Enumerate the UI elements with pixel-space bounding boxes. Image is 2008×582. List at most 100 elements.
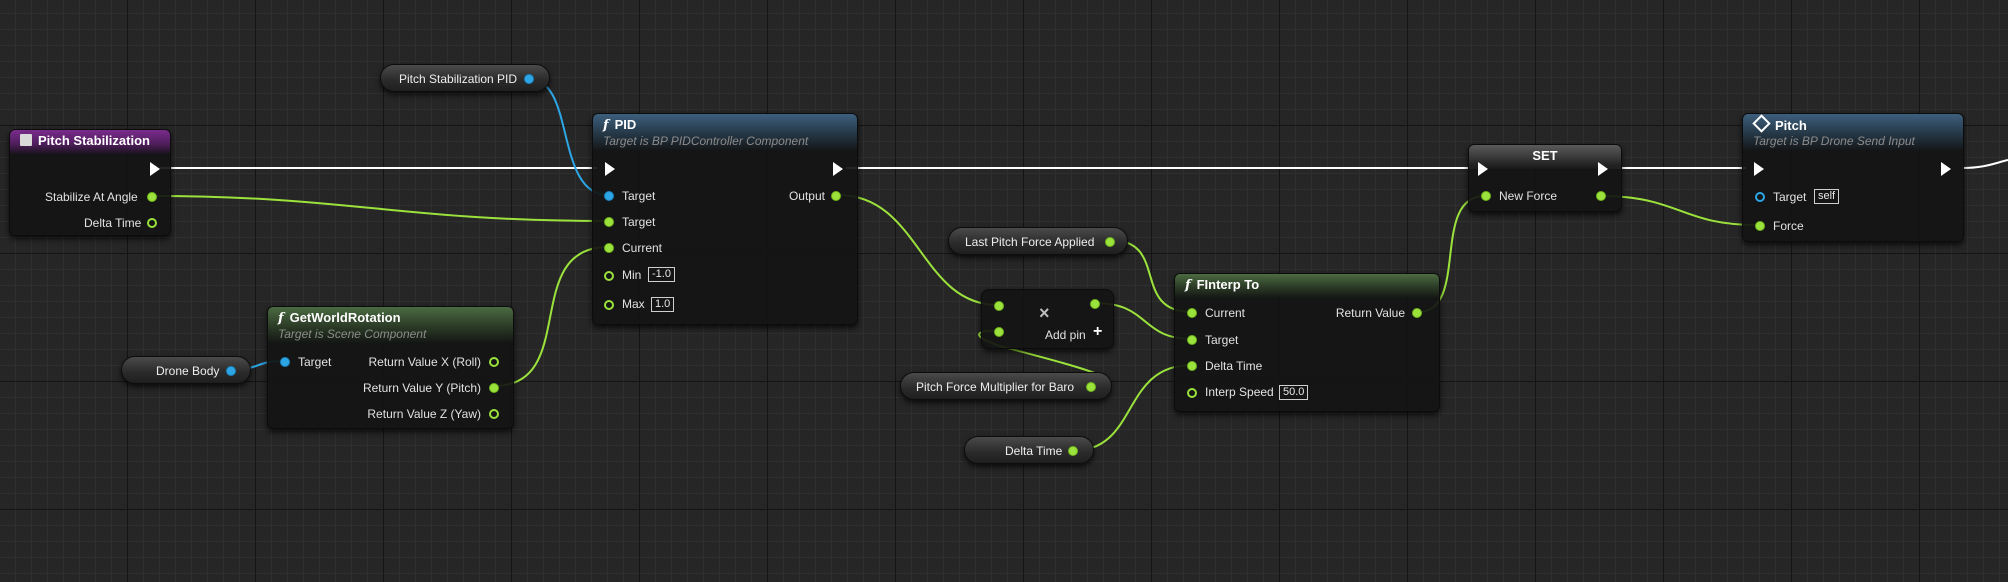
new-force-output-pin[interactable]: [1596, 191, 1606, 201]
multiply-input-a-pin[interactable]: [994, 301, 1004, 311]
min-pin[interactable]: [604, 271, 614, 281]
target-float-pin[interactable]: [604, 217, 614, 227]
pin-label-pitch: Return Value Y (Pitch): [362, 381, 481, 395]
node-subtitle: Target is Scene Component: [278, 327, 427, 341]
pin-label-delta: Delta Time: [1205, 359, 1263, 373]
node-title: PID: [614, 117, 637, 132]
min-value-field[interactable]: -1.0: [648, 267, 675, 282]
new-force-input-pin[interactable]: [1481, 191, 1491, 201]
pin-label-speed: Interp Speed: [1205, 385, 1274, 399]
node-header: f FInterp To: [1175, 274, 1439, 298]
add-pin-label: Add pin: [1045, 328, 1086, 342]
pin-label-target: Target: [622, 215, 656, 229]
delta-time-variable[interactable]: Delta Time: [964, 436, 1094, 464]
exec-output-pin[interactable]: [1598, 162, 1608, 176]
node-title: FInterp To: [1196, 277, 1260, 292]
interp-speed-field[interactable]: 50.0: [1279, 385, 1309, 400]
node-header: Pitch Stabilization: [10, 130, 170, 154]
pitch-function-node[interactable]: Pitch Target is BP Drone Send Input Targ…: [1742, 113, 1964, 242]
node-subtitle: Target is BP PIDController Component: [603, 134, 809, 148]
variable-label: Pitch Force Multiplier for Baro: [916, 380, 1075, 394]
function-icon: f: [1185, 278, 1191, 293]
output-pin[interactable]: [831, 191, 841, 201]
pin-label-stabilize: Stabilize At Angle: [45, 190, 138, 204]
pitch-force-mult-variable[interactable]: Pitch Force Multiplier for Baro: [900, 372, 1112, 400]
current-pin[interactable]: [604, 243, 614, 253]
pin-label-output: Output: [788, 189, 825, 203]
multiply-output-pin[interactable]: [1090, 299, 1100, 309]
node-title: SET: [1532, 148, 1558, 163]
exec-wire-pitch-out: [1961, 159, 2008, 169]
set-new-force-node[interactable]: SET New Force: [1468, 144, 1622, 212]
output-pin[interactable]: [1068, 446, 1078, 456]
function-icon: f: [603, 118, 609, 133]
add-pin-icon[interactable]: +: [1093, 324, 1102, 340]
target-self-field[interactable]: self: [1814, 189, 1840, 204]
return-value-pin[interactable]: [1412, 308, 1422, 318]
output-pin[interactable]: [524, 74, 534, 84]
exec-input-pin[interactable]: [605, 162, 615, 176]
force-pin[interactable]: [1755, 221, 1765, 231]
exec-input-pin[interactable]: [1754, 162, 1764, 176]
exec-output-pin[interactable]: [150, 162, 160, 176]
pin-label-roll: Return Value X (Roll): [368, 355, 482, 369]
target-object-pin[interactable]: [604, 191, 614, 201]
pin-label-target-obj: Target: [622, 189, 656, 203]
pin-label-new-force: New Force: [1499, 189, 1558, 203]
max-value-field[interactable]: 1.0: [651, 297, 675, 312]
node-header: f PID Target is BP PIDController Componen…: [593, 114, 857, 150]
exec-input-pin[interactable]: [1478, 162, 1488, 176]
exec-output-pin[interactable]: [833, 162, 843, 176]
node-title: Pitch: [1775, 118, 1807, 133]
pin-label-min: Min: [622, 268, 642, 282]
node-title: GetWorldRotation: [289, 310, 401, 325]
pin-label-delta: Delta Time: [84, 216, 142, 230]
wire-stabilize-target: [151, 195, 609, 222]
interp-speed-pin[interactable]: [1187, 388, 1197, 398]
pin-label-target: Target: [298, 355, 332, 369]
variable-label: Drone Body: [156, 364, 220, 378]
yaw-output-pin[interactable]: [489, 409, 499, 419]
pitch-output-pin[interactable]: [489, 383, 499, 393]
node-header: f GetWorldRotation Target is Scene Compon…: [268, 307, 513, 343]
variable-label: Pitch Stabilization PID: [399, 72, 518, 86]
pitch-stab-pid-variable[interactable]: Pitch Stabilization PID: [380, 64, 550, 92]
stabilize-at-angle-pin[interactable]: [147, 192, 157, 202]
node-title: Pitch Stabilization: [38, 133, 150, 148]
pin-label-max: Max: [622, 297, 645, 311]
multiply-node[interactable]: × Add pin +: [981, 289, 1114, 349]
function-icon: f: [278, 311, 284, 326]
multiply-icon: ×: [1039, 303, 1050, 323]
target-pin[interactable]: [1187, 335, 1197, 345]
max-pin[interactable]: [604, 300, 614, 310]
current-pin[interactable]: [1187, 308, 1197, 318]
target-pin[interactable]: [280, 357, 290, 367]
node-subtitle: Target is BP Drone Send Input: [1753, 134, 1915, 148]
last-pitch-force-variable[interactable]: Last Pitch Force Applied: [948, 227, 1128, 255]
delta-time-pin[interactable]: [147, 218, 157, 228]
get-world-rotation-node[interactable]: f GetWorldRotation Target is Scene Compon…: [267, 306, 514, 429]
pin-label-target: Target: [1773, 190, 1807, 204]
output-pin[interactable]: [226, 366, 236, 376]
target-pin[interactable]: [1755, 192, 1765, 202]
finterp-to-node[interactable]: f FInterp To Current Return Value Target …: [1174, 273, 1440, 412]
multiply-input-b-pin[interactable]: [994, 327, 1004, 337]
diamond-icon: [1752, 114, 1771, 133]
wire-set-force: [1599, 195, 1758, 226]
output-pin[interactable]: [1105, 237, 1115, 247]
delta-time-pin[interactable]: [1187, 361, 1197, 371]
variable-label: Last Pitch Force Applied: [965, 235, 1095, 249]
pin-label-current: Current: [622, 241, 663, 255]
variable-label: Delta Time: [1005, 444, 1063, 458]
output-pin[interactable]: [1086, 382, 1096, 392]
function-entry-icon: [20, 134, 32, 146]
pitch-stabilization-entry-node[interactable]: Pitch Stabilization Stabilize At Angle D…: [9, 129, 171, 236]
exec-output-pin[interactable]: [1941, 162, 1951, 176]
pid-function-node[interactable]: f PID Target is BP PIDController Componen…: [592, 113, 858, 325]
drone-body-variable[interactable]: Drone Body: [121, 356, 251, 384]
roll-output-pin[interactable]: [489, 357, 499, 367]
pin-label-target: Target: [1205, 333, 1239, 347]
pin-label-current: Current: [1205, 306, 1246, 320]
pin-label-force: Force: [1773, 219, 1804, 233]
pin-label-yaw: Return Value Z (Yaw): [367, 407, 481, 421]
